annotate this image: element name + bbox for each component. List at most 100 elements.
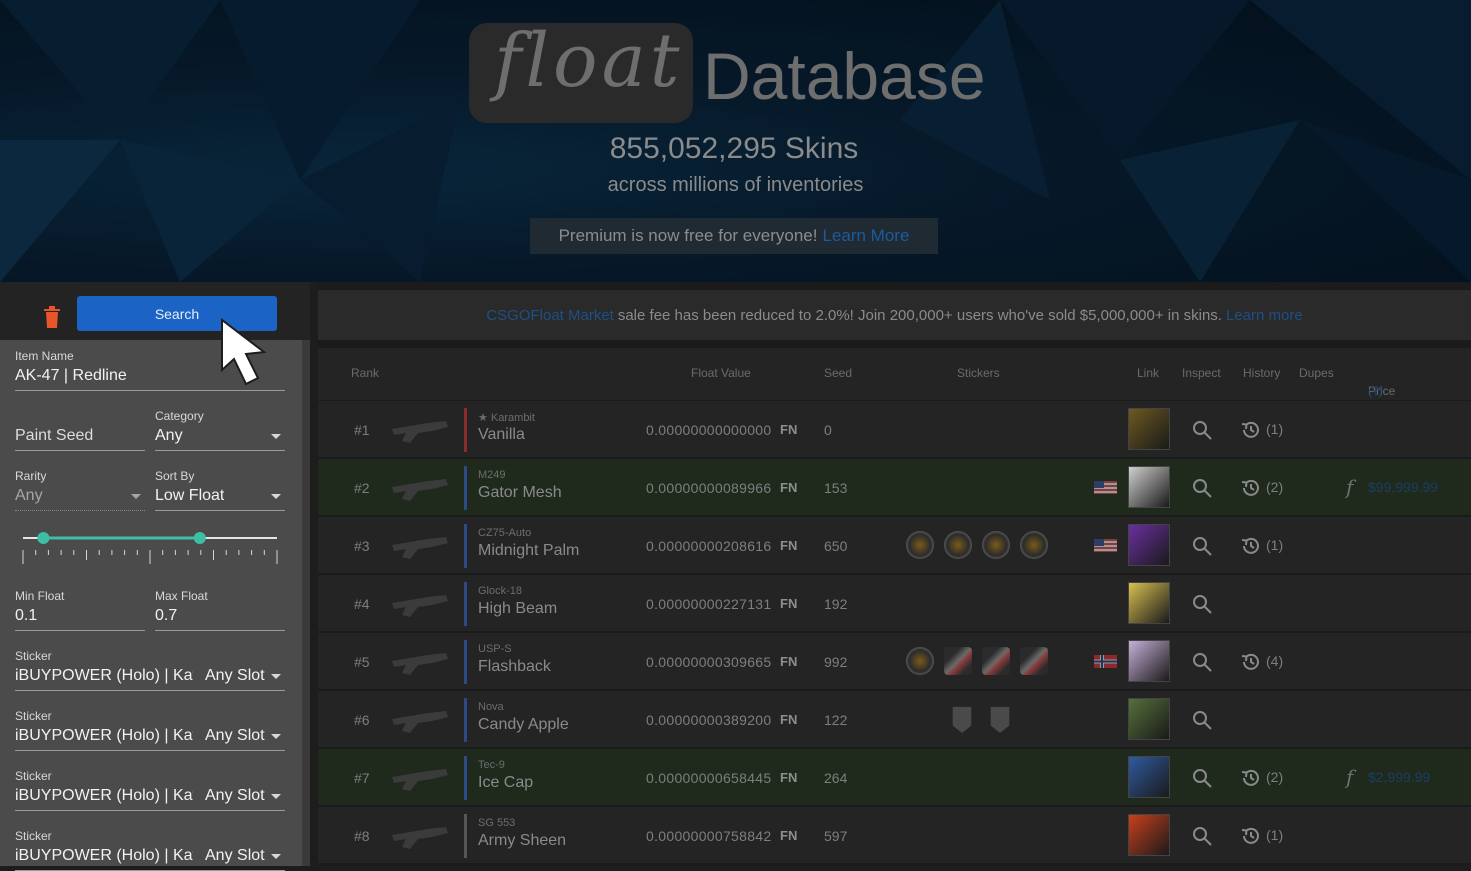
sticker-icon[interactable] [906, 647, 934, 675]
category-select[interactable]: Category Any [155, 406, 285, 451]
premium-learn-more-link[interactable]: Learn More [822, 226, 909, 246]
search-icon[interactable] [1192, 768, 1212, 788]
table-row[interactable]: #4 Glock-18 High Beam 0.00000000227131 FN 192 [318, 574, 1471, 631]
weapon-image [392, 479, 448, 501]
history-icon[interactable] [1240, 825, 1262, 847]
rarity-bar [464, 582, 467, 626]
owner-avatar[interactable] [1128, 814, 1170, 856]
sticker-slot-empty-icon [990, 706, 1010, 733]
filter-scrollbar[interactable] [302, 340, 310, 866]
sticker-select-4[interactable]: Sticker iBUYPOWER (Holo) | Katowice 2014… [15, 826, 285, 871]
search-icon[interactable] [1192, 420, 1212, 440]
owner-avatar[interactable] [1128, 640, 1170, 682]
wear-badge: FN [780, 480, 798, 495]
history-count[interactable]: (2) [1266, 769, 1283, 785]
rarity-select[interactable]: Rarity Any [15, 466, 145, 511]
sticker-icon[interactable] [982, 647, 1010, 675]
search-icon[interactable] [1192, 710, 1212, 730]
seed-value: 264 [824, 770, 848, 786]
market-f-icon: f [1346, 765, 1354, 789]
chevron-down-icon [271, 854, 281, 859]
sticker-slot: Any Slot [205, 667, 265, 684]
us-flag-icon [1094, 481, 1117, 494]
col-seed[interactable]: Seed [824, 366, 852, 380]
sticker-select-3[interactable]: Sticker iBUYPOWER (Holo) | Katowice 2014… [15, 766, 285, 811]
sticker-select-2[interactable]: Sticker iBUYPOWER (Holo) | Katowice 2014… [15, 706, 285, 751]
sticker-icon[interactable] [906, 531, 934, 559]
trash-icon[interactable] [43, 306, 61, 328]
owner-avatar[interactable] [1128, 582, 1170, 624]
banner-learn-more-link[interactable]: Learn more [1226, 307, 1303, 324]
history-count[interactable]: (2) [1266, 479, 1283, 495]
rank-cell: #7 [354, 770, 370, 786]
wear-badge: FN [780, 654, 798, 669]
history-icon[interactable] [1240, 535, 1262, 557]
sticker-select-1[interactable]: Sticker iBUYPOWER (Holo) | Katowice 2014… [15, 646, 285, 691]
weapon-image [392, 769, 448, 791]
sticker-icon[interactable] [944, 531, 972, 559]
search-icon[interactable] [1192, 536, 1212, 556]
rank-cell: #8 [354, 828, 370, 844]
history-icon[interactable] [1240, 477, 1262, 499]
history-count[interactable]: (1) [1266, 421, 1283, 437]
sticker-icon[interactable] [982, 531, 1010, 559]
skin-name: Army Sheen [478, 832, 567, 849]
owner-avatar[interactable] [1128, 466, 1170, 508]
skins-count: 855,052,295 Skins [609, 132, 859, 165]
sticker-label: Sticker [15, 769, 52, 783]
chevron-down-icon [271, 434, 281, 439]
sort-by-select[interactable]: Sort By Low Float [155, 466, 285, 511]
owner-avatar[interactable] [1128, 698, 1170, 740]
sticker-icon[interactable] [1020, 531, 1048, 559]
owner-avatar[interactable] [1128, 408, 1170, 450]
skins-subtitle: across millions of inventories [607, 174, 864, 196]
table-row[interactable]: #7 Tec-9 Ice Cap 0.00000000658445 FN 264 (2) f $… [318, 748, 1471, 805]
logo-script: float [494, 18, 684, 104]
search-icon[interactable] [1192, 478, 1212, 498]
history-count[interactable]: (1) [1266, 537, 1283, 553]
sticker-icon[interactable] [1020, 647, 1048, 675]
float-value: 0.00000000089966 [646, 480, 772, 496]
history-icon[interactable] [1240, 651, 1262, 673]
slider-max-handle[interactable] [193, 532, 206, 544]
rarity-bar [464, 466, 467, 510]
table-row[interactable]: #5 USP-S Flashback 0.00000000309665 FN 992 (4) [318, 632, 1471, 689]
table-row[interactable]: #2 M249 Gator Mesh 0.00000000089966 FN 153 (2)… [318, 458, 1471, 515]
history-count[interactable]: (1) [1266, 827, 1283, 843]
price-value[interactable]: $99,999.99 [1368, 479, 1438, 495]
table-row[interactable]: #6 Nova Candy Apple 0.00000000389200 FN 122 [318, 690, 1471, 747]
market-link[interactable]: CSGOFloat Market [486, 307, 614, 324]
table-row[interactable]: #8 SG 553 Army Sheen 0.00000000758842 FN 597 (… [318, 806, 1471, 863]
min-float-field[interactable]: Min Float 0.1 [15, 586, 145, 631]
owner-avatar[interactable] [1128, 756, 1170, 798]
slider-min-handle[interactable] [37, 532, 50, 544]
sticker-icon[interactable] [944, 647, 972, 675]
col-rank[interactable]: Rank [351, 366, 379, 380]
history-icon[interactable] [1240, 419, 1262, 441]
paint-seed-field[interactable]: Paint Seed [15, 406, 145, 451]
float-value: 0.00000000758842 [646, 828, 772, 844]
price-value[interactable]: $2,999.99 [1368, 769, 1430, 785]
float-range-slider[interactable] [15, 524, 285, 570]
search-icon[interactable] [1192, 594, 1212, 614]
us-flag-icon [1094, 539, 1117, 552]
price-help-link[interactable]: (?) [1368, 384, 1383, 398]
history-icon[interactable] [1240, 767, 1262, 789]
owner-avatar[interactable] [1128, 524, 1170, 566]
norway-flag-icon [1094, 655, 1117, 668]
table-row[interactable]: #3 CZ75-Auto Midnight Palm 0.00000000208616… [318, 516, 1471, 573]
col-float[interactable]: Float Value [691, 366, 751, 380]
col-link: Link [1137, 366, 1160, 380]
search-icon[interactable] [1192, 826, 1212, 846]
max-float-field[interactable]: Max Float 0.7 [155, 586, 285, 631]
rank-cell: #1 [354, 422, 370, 438]
market-f-icon: f [1346, 475, 1354, 499]
min-float-value: 0.1 [15, 607, 38, 624]
weapon-image [392, 537, 448, 559]
history-count[interactable]: (4) [1266, 653, 1283, 669]
weapon-name: Nova [478, 701, 504, 713]
search-icon[interactable] [1192, 652, 1212, 672]
rarity-bar [464, 698, 467, 742]
table-row[interactable]: #1 ★ Karambit Vanilla 0.00000000000000 FN 0 (1… [318, 400, 1471, 457]
mouse-pointer-icon [221, 318, 267, 386]
